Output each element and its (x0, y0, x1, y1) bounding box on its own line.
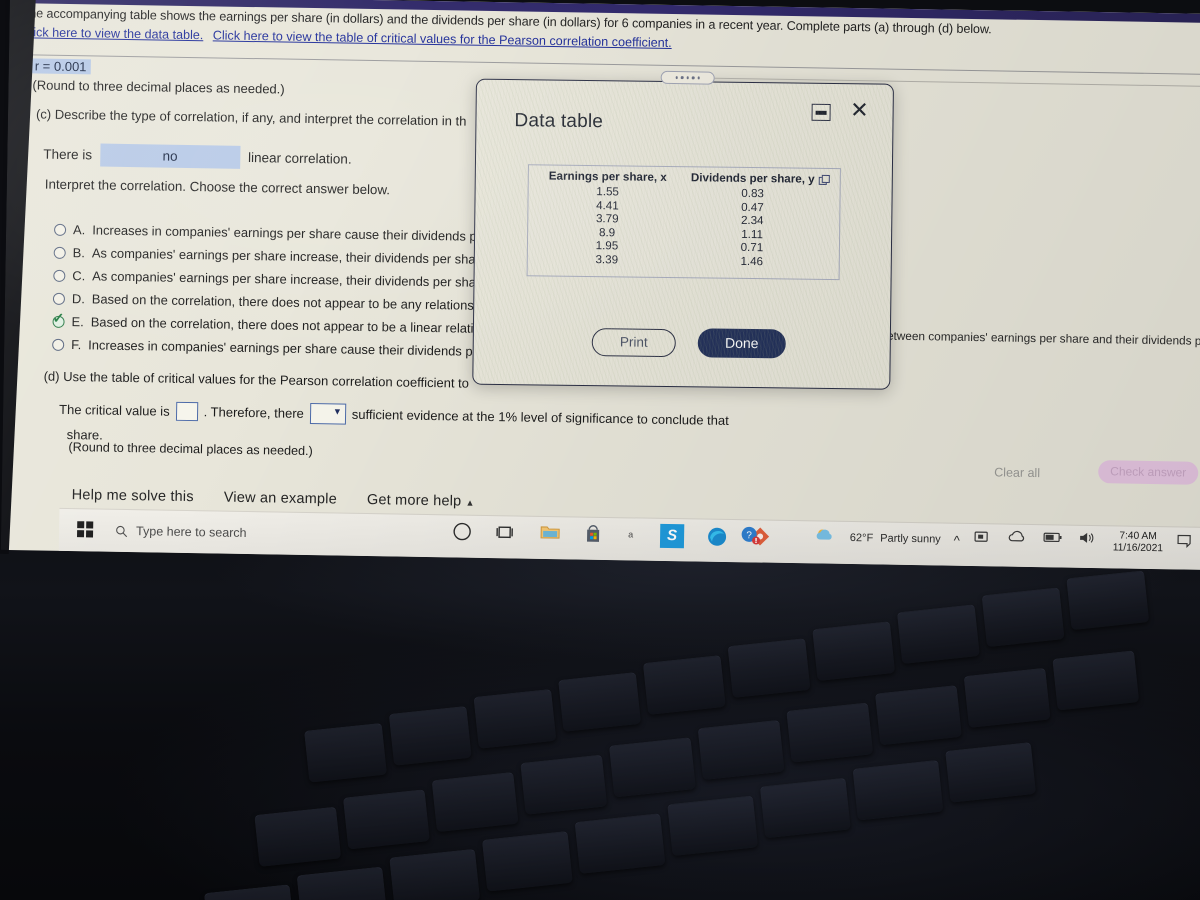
cell-x: 3.39 (595, 252, 619, 266)
s-app-icon[interactable]: S (659, 523, 685, 549)
choice-e-text: Based on the correlation, there does not… (90, 314, 474, 336)
task-view-icon[interactable] (496, 522, 518, 544)
therefore-label: . Therefore, there (203, 404, 304, 421)
battery-icon[interactable] (1043, 530, 1065, 552)
table-row: 3.39 1.46 (528, 252, 839, 269)
link-view-data-table[interactable]: Click here to view the data table. (21, 25, 203, 42)
evidence-dropdown[interactable] (309, 403, 347, 425)
evidence-label: sufficient evidence at the 1% level of s… (351, 406, 729, 428)
choice-e[interactable]: E. Based on the correlation, there does … (52, 314, 474, 336)
choice-f-text: Increases in companies' earnings per sha… (88, 337, 473, 359)
there-is-label: There is (43, 146, 93, 163)
critical-value-row: The critical value is . Therefore, there… (59, 399, 729, 431)
correlation-sentence: There is no linear correlation. (43, 143, 352, 171)
action-center-icon[interactable] (1176, 532, 1198, 554)
choice-c-letter: C. (72, 268, 86, 284)
dialog-buttons: Print Done (591, 327, 786, 359)
get-more-help-link[interactable]: Get more help ▲ (367, 492, 475, 510)
choice-c[interactable]: C. As companies' earnings per share incr… (53, 268, 476, 290)
interpret-prompt: Interpret the correlation. Choose the co… (44, 176, 391, 198)
search-icon (116, 525, 128, 537)
search-placeholder-text: Type here to search (135, 524, 247, 540)
close-icon[interactable]: ✕ (850, 97, 869, 122)
partly-sunny-icon[interactable] (815, 526, 837, 548)
radio-f-icon[interactable] (52, 338, 65, 351)
column-header-y: Dividends per share, y (690, 171, 815, 186)
chevron-up-icon: ▲ (465, 497, 475, 508)
between-label: between companies' earnings per share an… (880, 328, 1200, 348)
weather-temp: 62°F (849, 532, 874, 545)
more-options-ellipsis-button[interactable] (660, 70, 715, 85)
windows-start-icon[interactable] (77, 521, 95, 539)
minimize-icon[interactable] (811, 103, 831, 121)
check-answer-button[interactable]: Check answer (1098, 460, 1199, 485)
done-button[interactable]: Done (697, 328, 786, 359)
onedrive-icon[interactable] (1008, 530, 1030, 552)
microsoft-edge-icon[interactable] (706, 526, 728, 548)
radio-b-icon[interactable] (53, 246, 66, 259)
svg-text:?: ? (746, 530, 752, 541)
round-note-2: (Round to three decimal places as needed… (68, 440, 313, 459)
system-tray: ? 62°F Partly sunny ^ 7:40 AM 11/16/2021 (740, 524, 1199, 556)
dialog-title: Data table (514, 110, 604, 133)
choice-f[interactable]: F. Increases in companies' earnings per … (52, 337, 473, 359)
laptop-photo: hp (0, 0, 1200, 900)
critical-value-label: The critical value is (58, 401, 170, 419)
cell-y: 1.46 (740, 254, 764, 268)
volume-icon[interactable] (1078, 531, 1100, 553)
choice-d-text: Based on the correlation, there does not… (91, 291, 474, 313)
laptop-screen: The accompanying table shows the earning… (1, 0, 1200, 574)
choice-a[interactable]: A. Increases in companies' earnings per … (53, 222, 477, 244)
view-an-example-link[interactable]: View an example (224, 490, 337, 508)
help-links-row: Help me solve this View an example Get m… (72, 487, 475, 510)
choice-d[interactable]: D. Based on the correlation, there does … (52, 291, 474, 313)
correlation-type-dropdown[interactable]: no (99, 143, 241, 169)
choice-c-text: As companies' earnings per share increas… (92, 268, 476, 290)
clear-all-button[interactable]: Clear all (994, 465, 1040, 480)
radio-c-icon[interactable] (53, 269, 66, 282)
clock-time: 7:40 AM (1119, 530, 1157, 543)
microsoft-store-icon[interactable] (584, 524, 606, 546)
weather-description: Partly sunny (880, 532, 941, 546)
r-value-text: r = 0.001 (30, 58, 91, 75)
radio-a-icon[interactable] (53, 223, 67, 236)
screen-share-icon[interactable] (973, 529, 995, 551)
get-more-help-label: Get more help (366, 491, 462, 510)
show-hidden-icons-chevron[interactable]: ^ (954, 532, 960, 547)
critical-value-input[interactable] (175, 401, 198, 422)
choice-e-letter: E. (71, 314, 84, 330)
r-value-line: r = 0.001 (30, 58, 91, 75)
radio-e-selected-icon[interactable] (52, 315, 65, 328)
print-button[interactable]: Print (591, 327, 676, 357)
file-explorer-icon[interactable] (540, 523, 562, 545)
taskbar-search[interactable]: Type here to search (115, 517, 445, 550)
data-table: Earnings per share, x Dividends per shar… (526, 164, 841, 281)
app-a-icon[interactable]: a (628, 524, 638, 546)
choice-b[interactable]: B. As companies' earnings per share incr… (53, 245, 476, 267)
part-d-text: (d) Use the table of critical values for… (43, 368, 470, 391)
taskbar-pinned-icons: a S (452, 520, 772, 549)
choice-b-letter: B. (72, 245, 86, 261)
column-header-x: Earnings per share, x (548, 169, 667, 184)
help-me-solve-this-link[interactable]: Help me solve this (72, 487, 194, 505)
link-view-critical-values[interactable]: Click here to view the table of critical… (213, 28, 672, 50)
choice-a-letter: A. (72, 222, 86, 238)
help-icon[interactable]: ? (740, 525, 762, 547)
choice-d-letter: D. (71, 291, 85, 307)
data-table-dialog: Data table ✕ Earnings per share, x Divid… (472, 78, 894, 390)
radio-d-icon[interactable] (52, 292, 66, 305)
taskbar-clock[interactable]: 7:40 AM 11/16/2021 (1113, 530, 1164, 555)
part-c-text: (c) Describe the type of correlation, if… (35, 106, 467, 129)
cortana-circle-icon[interactable] (452, 521, 474, 543)
choice-b-text: As companies' earnings per share increas… (91, 245, 476, 267)
choice-f-letter: F. (71, 337, 82, 353)
round-note: (Round to three decimal places as needed… (32, 77, 285, 97)
choice-a-text: Increases in companies' earnings per sha… (92, 222, 477, 244)
linear-correlation-label: linear correlation. (247, 149, 352, 167)
clock-date: 11/16/2021 (1112, 542, 1164, 555)
copy-icon[interactable] (818, 174, 831, 187)
